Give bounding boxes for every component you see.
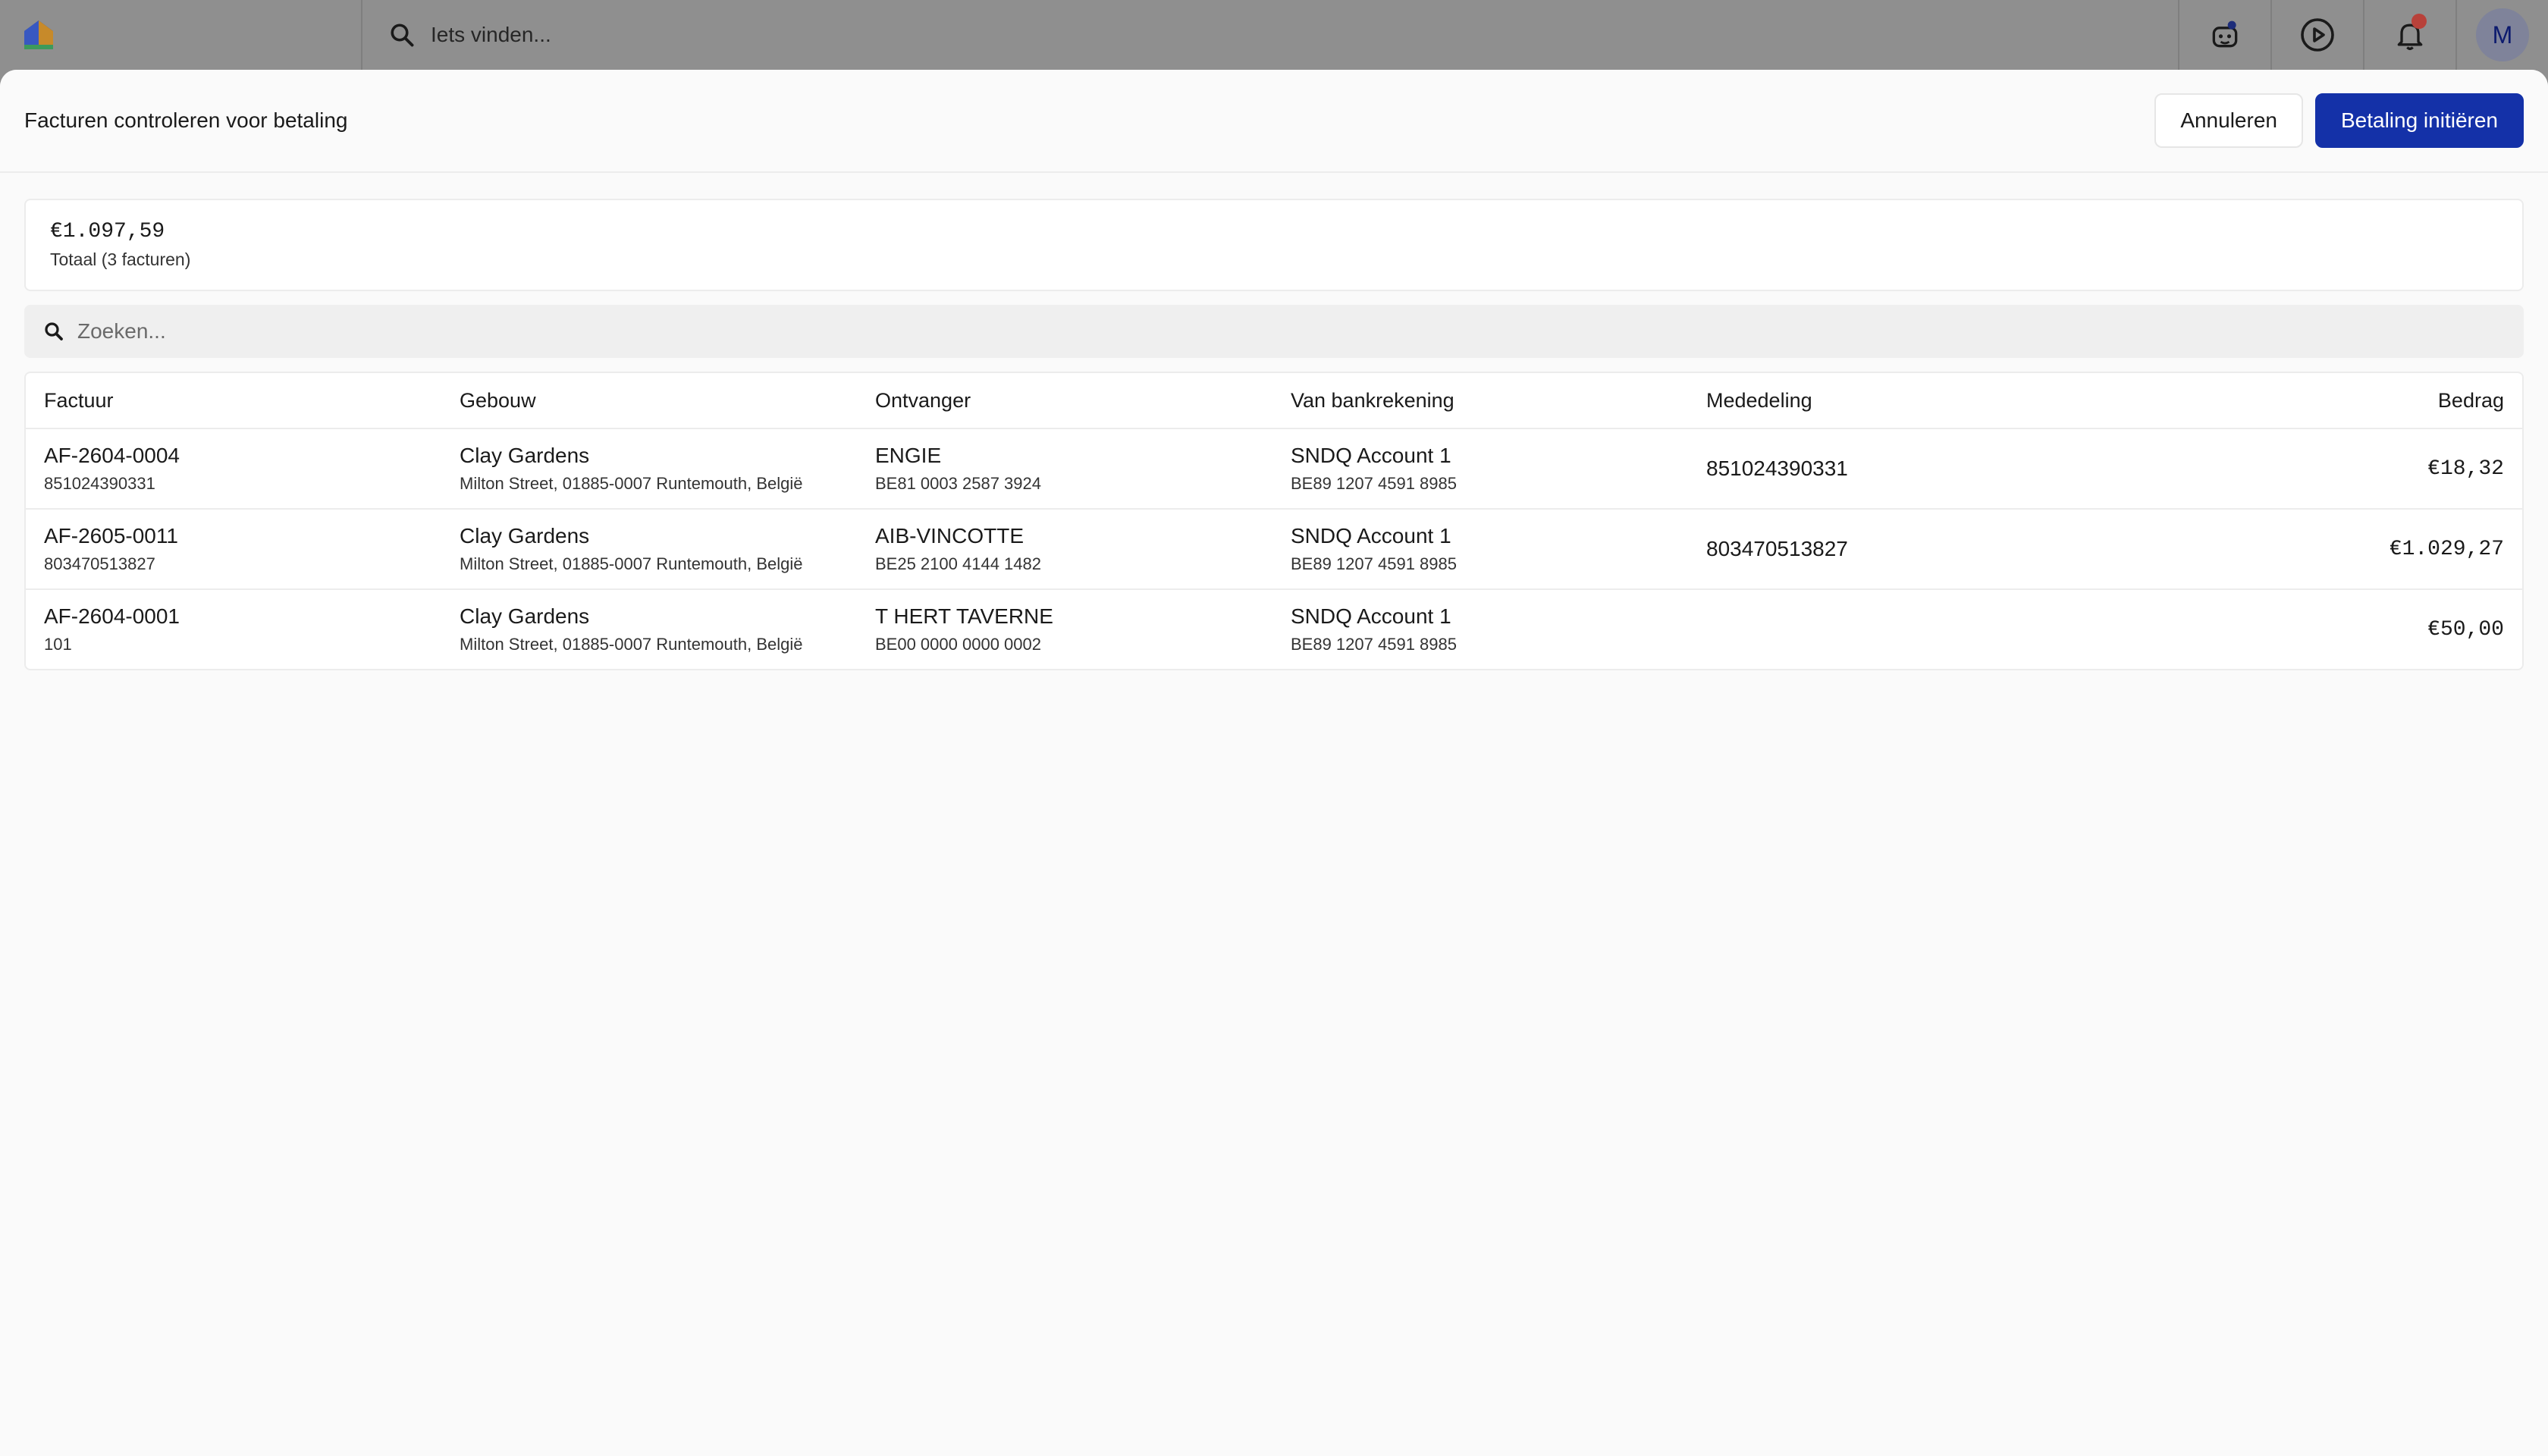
avatar: M [2476, 8, 2529, 61]
invoice-reference: 803470513827 [44, 554, 155, 573]
cancel-button[interactable]: Annuleren [2154, 93, 2303, 148]
invoice-number: AF-2605-0011 [44, 524, 178, 548]
column-header-from-account[interactable]: Van bankrekening [1272, 373, 1688, 429]
building-name: Clay Gardens [460, 524, 590, 548]
invoice-number: AF-2604-0001 [44, 604, 180, 628]
building-address: Milton Street, 01885-0007 Runtemouth, Be… [460, 474, 803, 493]
top-bar: Iets vinden... M [0, 0, 2548, 70]
invoice-reference: 101 [44, 635, 72, 654]
global-search-placeholder: Iets vinden... [431, 23, 551, 46]
invoice-amount: €1.029,27 [2389, 537, 2504, 561]
modal-title: Facturen controleren voor betaling [24, 108, 348, 132]
recipient-name: AIB-VINCOTTE [875, 524, 1025, 548]
column-header-amount[interactable]: Bedrag [2104, 373, 2522, 429]
table-header-row: Factuur Gebouw Ontvanger Van bankrekenin… [26, 373, 2522, 429]
modal-actions: Annuleren Betaling initiëren [2154, 93, 2524, 148]
house-logo-icon [24, 20, 53, 49]
play-button[interactable] [2270, 0, 2363, 70]
invoice-amount: €50,00 [2427, 617, 2504, 642]
play-circle-icon [2301, 18, 2334, 52]
search-icon [45, 322, 63, 340]
total-amount: €1.097,59 [50, 220, 165, 243]
column-header-invoice[interactable]: Factuur [26, 373, 441, 429]
building-address: Milton Street, 01885-0007 Runtemouth, Be… [460, 554, 803, 573]
assistant-bot-icon [2212, 20, 2238, 48]
notification-badge [2412, 14, 2427, 29]
total-label: Totaal (3 facturen) [50, 249, 191, 269]
invoice-amount: €18,32 [2427, 457, 2504, 481]
account-name: SNDQ Account 1 [1291, 444, 1451, 467]
global-search[interactable]: Iets vinden... [362, 0, 2178, 70]
assistant-button[interactable] [2178, 0, 2270, 70]
table-row[interactable]: AF-2604-0004 851024390331 Clay Gardens Mil… [26, 428, 2522, 510]
logo-area[interactable] [0, 0, 362, 70]
invoice-search-input[interactable] [76, 318, 989, 344]
user-menu-button[interactable]: M [2455, 0, 2548, 70]
table-row[interactable]: AF-2605-0011 803470513827 Clay Gardens Mil… [26, 509, 2522, 590]
payment-message: 851024390331 [1706, 457, 1848, 480]
invoice-table: Factuur Gebouw Ontvanger Van bankrekenin… [24, 372, 2524, 670]
invoice-number: AF-2604-0004 [44, 444, 180, 467]
total-summary-card: €1.097,59 Totaal (3 facturen) [24, 199, 2524, 291]
initiate-payment-button[interactable]: Betaling initiëren [2314, 93, 2524, 148]
account-name: SNDQ Account 1 [1291, 524, 1451, 548]
building-name: Clay Gardens [460, 604, 590, 628]
invoice-search [24, 305, 2524, 358]
search-icon [391, 24, 414, 47]
recipient-iban: BE25 2100 4144 1482 [875, 554, 1041, 573]
building-address: Milton Street, 01885-0007 Runtemouth, Be… [460, 635, 803, 654]
recipient-name: ENGIE [875, 444, 942, 467]
account-iban: BE89 1207 4591 8985 [1291, 635, 1457, 654]
account-iban: BE89 1207 4591 8985 [1291, 554, 1457, 573]
recipient-name: T HERT TAVERNE [875, 604, 1053, 628]
modal-header: Facturen controleren voor betaling Annul… [0, 70, 2548, 173]
table-row[interactable]: AF-2604-0001 101 Clay Gardens Milton Stree… [26, 589, 2522, 669]
account-iban: BE89 1207 4591 8985 [1291, 474, 1457, 493]
column-header-building[interactable]: Gebouw [441, 373, 857, 429]
column-header-recipient[interactable]: Ontvanger [857, 373, 1272, 429]
building-name: Clay Gardens [460, 444, 590, 467]
invoice-reference: 851024390331 [44, 474, 155, 493]
notifications-button[interactable] [2363, 0, 2455, 70]
recipient-iban: BE81 0003 2587 3924 [875, 474, 1041, 493]
recipient-iban: BE00 0000 0000 0002 [875, 635, 1041, 654]
payment-message: 803470513827 [1706, 537, 1848, 560]
account-name: SNDQ Account 1 [1291, 604, 1451, 628]
column-header-message[interactable]: Mededeling [1688, 373, 2104, 429]
review-invoices-modal: Facturen controleren voor betaling Annul… [0, 70, 2548, 1456]
